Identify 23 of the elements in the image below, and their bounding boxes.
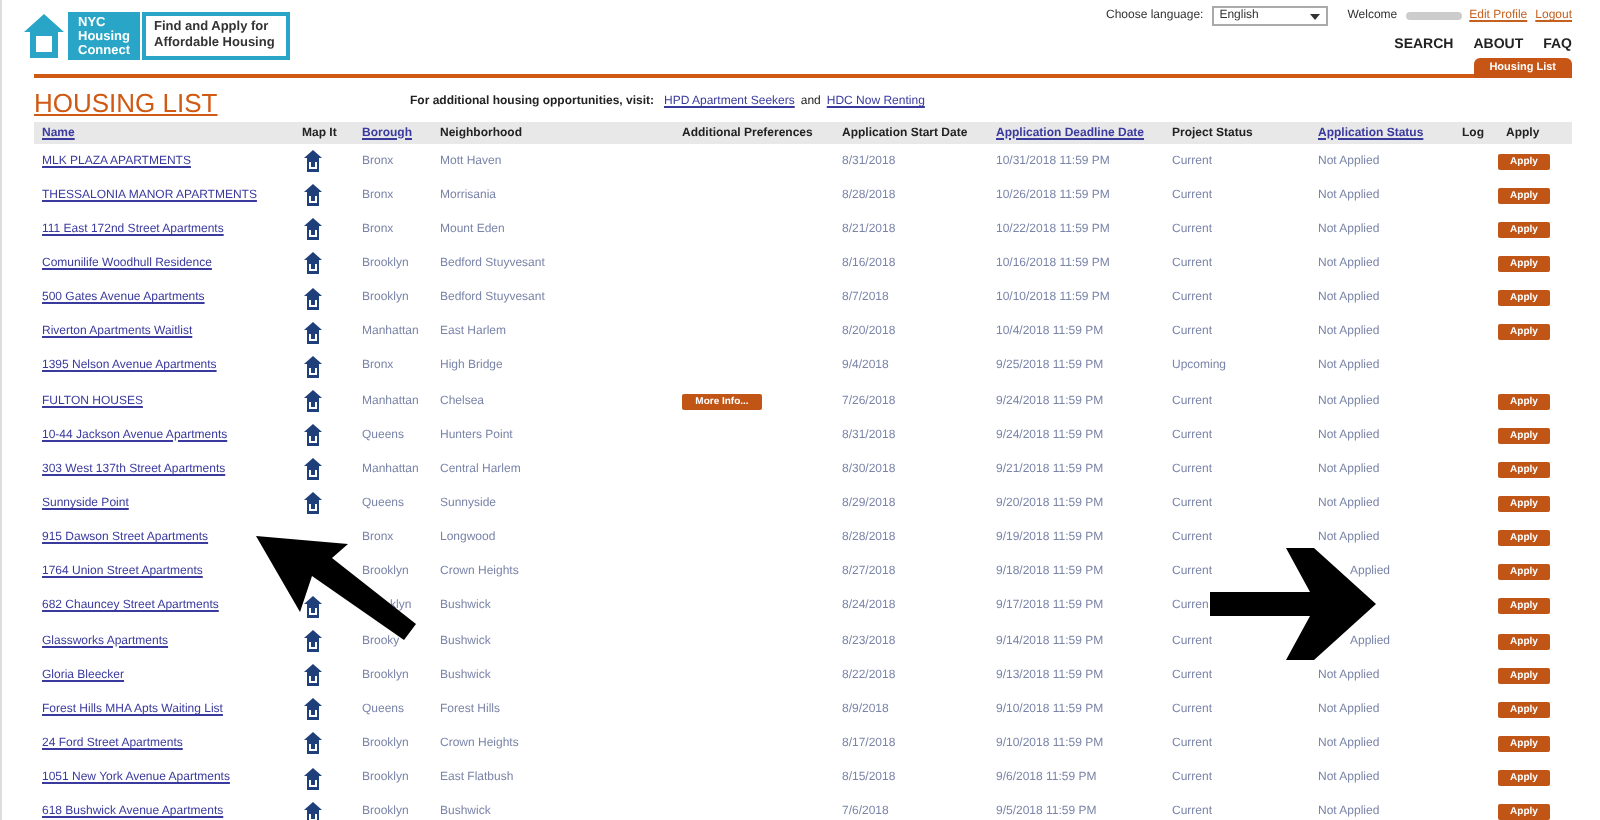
map-house-icon[interactable]	[304, 321, 322, 344]
map-house-icon[interactable]	[304, 801, 322, 820]
map-house-icon[interactable]	[304, 767, 322, 790]
map-house-icon[interactable]	[304, 218, 322, 241]
map-house-icon[interactable]	[304, 355, 322, 378]
map-house-icon[interactable]	[304, 732, 322, 755]
map-house-icon[interactable]	[304, 492, 322, 515]
map-house-icon[interactable]	[304, 424, 322, 447]
map-house-icon[interactable]	[304, 287, 322, 310]
map-house-icon[interactable]	[304, 595, 322, 618]
page-title: HOUSING LIST	[34, 87, 220, 117]
map-house-icon[interactable]	[304, 150, 322, 173]
map-house-icon[interactable]	[304, 252, 322, 275]
house-logo-icon	[22, 12, 66, 60]
caret-icon	[1309, 13, 1320, 19]
map-house-icon[interactable]	[304, 630, 322, 653]
map-house-icon[interactable]	[304, 664, 322, 687]
redacted-username	[1405, 12, 1462, 20]
arrow-icon	[256, 532, 420, 644]
map-house-icon[interactable]	[304, 458, 322, 481]
map-house-icon[interactable]	[304, 390, 322, 413]
map-house-icon[interactable]	[304, 698, 322, 721]
map-house-icon[interactable]	[304, 184, 322, 207]
